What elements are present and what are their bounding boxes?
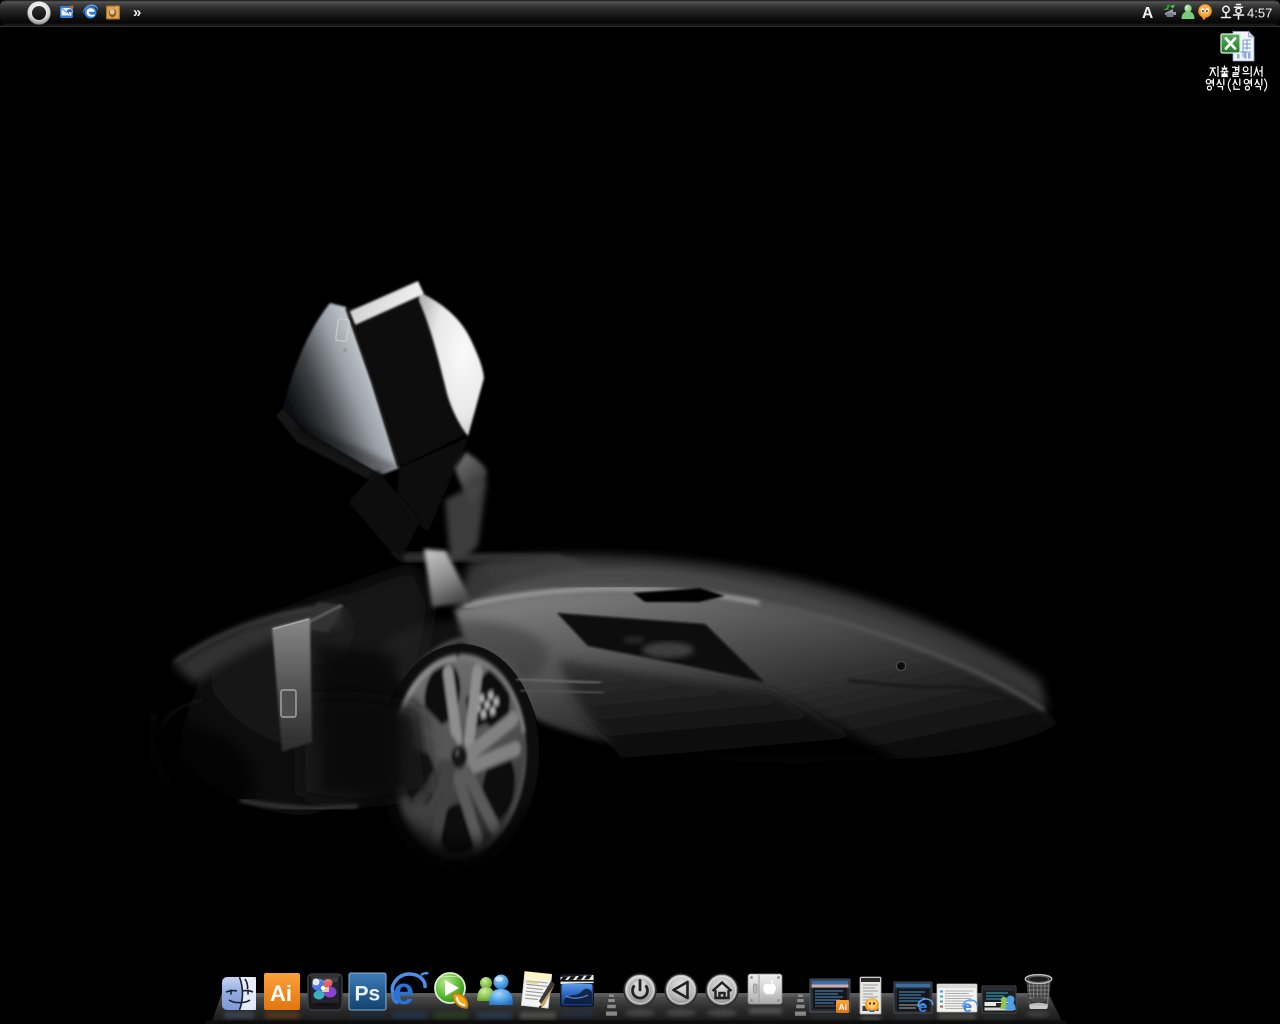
svg-text:Ai: Ai [839, 1002, 848, 1012]
svg-text:Ai: Ai [270, 981, 292, 1006]
svg-text:A: A [1142, 5, 1153, 22]
svg-text:»: » [133, 4, 141, 21]
svg-text:4:57: 4:57 [1247, 6, 1272, 21]
svg-text:Ps: Ps [355, 983, 381, 1006]
svg-text:e: e [393, 971, 414, 1013]
